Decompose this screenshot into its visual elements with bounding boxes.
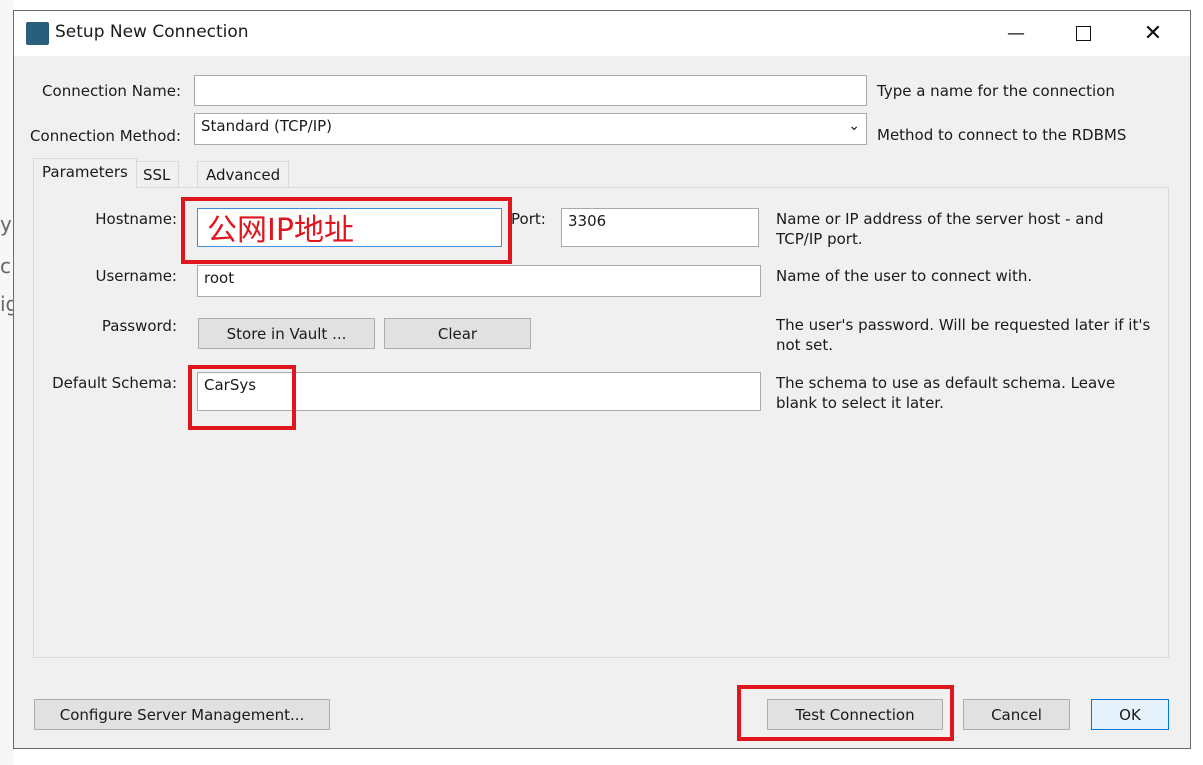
minimize-button[interactable]: — (993, 11, 1039, 56)
annotation-box-hostname: 公网IP地址 (181, 197, 512, 264)
annotation-text: 公网IP地址 (207, 213, 354, 248)
default-schema-hint: The schema to use as default schema. Lea… (776, 374, 1116, 412)
setup-connection-dialog: Setup New Connection — ✕ Connection Name… (13, 10, 1191, 749)
tab-advanced[interactable]: Advanced (197, 161, 290, 188)
default-schema-label: Default Schema: (52, 374, 177, 392)
connection-method-hint: Method to connect to the RDBMS (877, 126, 1127, 144)
tab-parameters[interactable]: Parameters (33, 158, 137, 188)
password-hint: The user's password. Will be requested l… (776, 316, 1151, 354)
annotation-box-schema (188, 365, 296, 430)
port-label: Port: (511, 210, 546, 228)
background-text: c (0, 254, 11, 278)
title-bar: Setup New Connection — ✕ (14, 11, 1190, 56)
hostname-label: Hostname: (95, 210, 177, 228)
mysql-workbench-icon (26, 22, 49, 45)
connection-name-input[interactable] (194, 75, 867, 106)
username-input[interactable]: root (197, 265, 761, 297)
tab-ssl[interactable]: SSL (134, 161, 180, 188)
username-hint: Name of the user to connect with. (776, 267, 1033, 285)
host-port-hint: Name or IP address of the server host - … (776, 210, 1104, 248)
annotation-box-test-connection (737, 685, 954, 741)
window-title: Setup New Connection (55, 22, 249, 42)
background-window: yS c ig (0, 0, 13, 765)
port-input[interactable]: 3306 (561, 208, 759, 247)
ok-button[interactable]: OK (1091, 699, 1169, 730)
chevron-down-icon: ⌄ (848, 118, 860, 134)
connection-method-select[interactable]: Standard (TCP/IP) ⌄ (194, 113, 867, 145)
connection-name-label: Connection Name: (42, 82, 181, 100)
connection-method-value: Standard (TCP/IP) (201, 117, 333, 135)
cancel-button[interactable]: Cancel (963, 699, 1070, 730)
password-label: Password: (101, 317, 177, 335)
background-text: yS (0, 212, 13, 236)
configure-server-management-button[interactable]: Configure Server Management... (34, 699, 330, 730)
maximize-button[interactable] (1060, 11, 1106, 56)
close-button[interactable]: ✕ (1130, 11, 1176, 56)
store-in-vault-button[interactable]: Store in Vault ... (198, 318, 375, 349)
connection-name-hint: Type a name for the connection (877, 82, 1115, 100)
connection-method-label: Connection Method: (30, 127, 181, 145)
username-label: Username: (95, 267, 177, 285)
background-text: ig (0, 292, 13, 316)
clear-password-button[interactable]: Clear (384, 318, 531, 349)
